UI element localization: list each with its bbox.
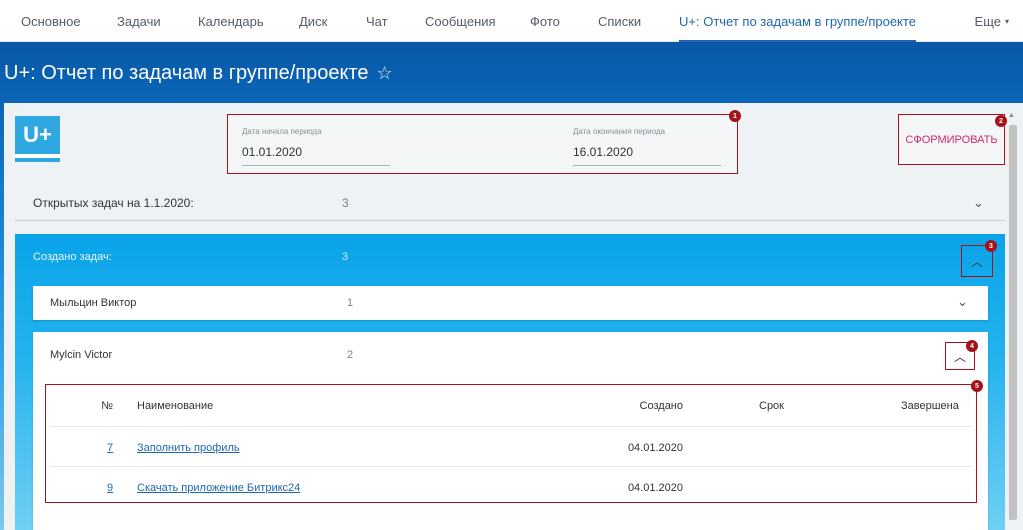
start-date-label: Дата начала периода (242, 127, 322, 136)
person-row[interactable]: Мыльцин Виктор 1 ⌄ (33, 286, 988, 320)
person-name: Mylcin Victor (50, 349, 113, 361)
nav-item-tasks[interactable]: Задачи (117, 0, 161, 42)
nav-item-disk[interactable]: Диск (299, 0, 327, 42)
start-date-field[interactable]: Дата начала периода 01.01.2020 (242, 127, 390, 166)
nav-item-photo[interactable]: Фото (530, 0, 560, 42)
chevron-down-icon[interactable]: ⌄ (957, 294, 968, 310)
page-title: U+: Отчет по задачам в группе/проекте ☆ (4, 62, 393, 85)
task-name-link[interactable]: Заполнить профиль (137, 442, 240, 454)
annotation-badge-4: 4 (966, 340, 978, 352)
column-header-deadline: Срок (759, 400, 784, 412)
end-date-field[interactable]: Дата окончания периода 16.01.2020 (573, 127, 721, 166)
person-row-expanded: Mylcin Victor 2 ︿ 4 № Наименование Созда… (33, 332, 988, 530)
annotation-badge-5: 5 (971, 380, 983, 392)
created-tasks-section: Создано задач: 3 ︿ 3 Мыльцин Виктор 1 ⌄ … (15, 234, 1005, 530)
period-selector: Дата начала периода 01.01.2020 Дата окон… (227, 114, 738, 174)
person-task-count: 1 (347, 297, 354, 309)
annotation-badge-1: 1 (729, 110, 741, 122)
open-tasks-row[interactable]: Открытых задач на 1.1.2020: 3 ⌄ (15, 186, 1005, 221)
open-tasks-label: Открытых задач на 1.1.2020: (33, 196, 194, 210)
chevron-down-icon[interactable]: ⌄ (973, 195, 984, 211)
start-date-input[interactable]: 01.01.2020 (242, 145, 390, 166)
nav-more-label: Еще (974, 13, 1001, 29)
tasks-table-box: № Наименование Создано Срок Завершена 7 … (45, 384, 977, 503)
chevron-up-icon: ︿ (970, 254, 983, 269)
scroll-up-arrow-icon[interactable]: ▲ (1008, 112, 1015, 119)
app-logo: U+ (15, 116, 60, 158)
task-created-date: 04.01.2020 (627, 442, 683, 454)
scrollbar-thumb[interactable] (1009, 125, 1017, 520)
nav-item-calendar[interactable]: Календарь (198, 0, 264, 42)
table-row: 9 Скачать приложение Битрикс24 04.01.202… (51, 467, 971, 507)
star-outline-icon[interactable]: ☆ (377, 63, 393, 84)
generate-button[interactable]: СФОРМИРОВАТЬ (898, 114, 1005, 165)
task-created-date: 04.01.2020 (627, 482, 683, 494)
person-task-count: 2 (347, 349, 354, 361)
end-date-input[interactable]: 16.01.2020 (573, 145, 721, 166)
column-header-created: Создано (639, 400, 683, 412)
nav-more-button[interactable]: Еще ▾ (975, 0, 1009, 42)
nav-item-lists[interactable]: Списки (598, 0, 641, 42)
task-name-link[interactable]: Скачать приложение Битрикс24 (137, 482, 300, 494)
annotation-badge-2: 2 (995, 115, 1007, 127)
chevron-up-icon: ︿ (953, 349, 966, 364)
column-header-name: Наименование (137, 400, 214, 412)
page-title-text: U+: Отчет по задачам в группе/проекте (4, 62, 369, 84)
top-navigation: Основное Задачи Календарь Диск Чат Сообщ… (0, 0, 1023, 42)
table-header-row: № Наименование Создано Срок Завершена (51, 385, 971, 427)
annotation-badge-3: 3 (985, 240, 997, 252)
open-tasks-count: 3 (342, 196, 349, 210)
created-tasks-count: 3 (342, 251, 349, 263)
person-name: Мыльцин Виктор (50, 297, 137, 309)
report-panel: U+ Дата начала периода 01.01.2020 Дата о… (4, 103, 1023, 530)
nav-item-messages[interactable]: Сообщения (425, 0, 496, 42)
created-tasks-label: Создано задач: (33, 251, 112, 263)
nav-item-report[interactable]: U+: Отчет по задачам в группе/проекте (679, 0, 916, 42)
table-row: 7 Заполнить профиль 04.01.2020 (51, 427, 971, 467)
column-header-number: № (101, 400, 113, 412)
column-header-completed: Завершена (901, 400, 959, 412)
task-number-link[interactable]: 9 (107, 482, 113, 494)
tasks-table: № Наименование Создано Срок Завершена 7 … (51, 385, 971, 507)
nav-item-chat[interactable]: Чат (366, 0, 388, 42)
end-date-label: Дата окончания периода (573, 127, 665, 136)
caret-down-icon: ▾ (1004, 16, 1009, 26)
nav-item-main[interactable]: Основное (21, 0, 81, 42)
created-tasks-header[interactable]: Создано задач: 3 ︿ 3 (15, 234, 1005, 280)
task-number-link[interactable]: 7 (107, 442, 113, 454)
